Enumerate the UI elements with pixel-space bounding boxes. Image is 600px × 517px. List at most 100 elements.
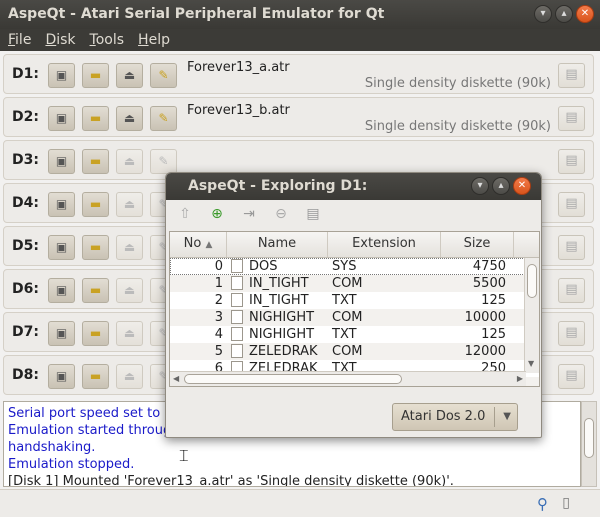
disk-description: Single density diskette (90k)	[364, 119, 551, 134]
mount-folder-button[interactable]: ▬	[82, 106, 109, 131]
mount-folder-button[interactable]: ▬	[82, 149, 109, 174]
scroll-down-arrow[interactable]: ▼	[528, 359, 534, 368]
eject-button[interactable]: ⏏	[116, 321, 143, 346]
save-disk-button[interactable]: ▤	[558, 364, 585, 389]
eject-button[interactable]: ⏏	[116, 63, 143, 88]
add-file-icon[interactable]: ⊕	[208, 206, 226, 222]
col-ext-header[interactable]: Extension	[328, 232, 441, 257]
table-row[interactable]: 1 IN_TIGHT COM 5500	[170, 275, 539, 292]
table-row[interactable]: 2 IN_TIGHT TXT 125	[170, 292, 539, 309]
scroll-thumb[interactable]	[584, 418, 594, 458]
log-line: Emulation stopped.	[8, 457, 135, 472]
mount-disk-button[interactable]: ▣	[48, 321, 75, 346]
log-line: [Disk 1] Mounted 'Forever13_a.atr' as 'S…	[8, 474, 454, 487]
mount-disk-button[interactable]: ▣	[48, 106, 75, 131]
log-line: handshaking.	[8, 440, 96, 455]
file-icon	[231, 327, 243, 341]
edit-disk-button[interactable]: ✎	[150, 149, 177, 174]
col-no-header[interactable]: No ▲	[170, 232, 227, 257]
cell-name: ZELEDRAK	[227, 343, 328, 360]
text-view-icon[interactable]: ▤	[304, 206, 322, 222]
edit-disk-button[interactable]: ✎	[150, 106, 177, 131]
eject-button[interactable]: ⏏	[116, 235, 143, 260]
mount-folder-button[interactable]: ▬	[82, 321, 109, 346]
cell-ext: COM	[332, 344, 363, 359]
table-vscrollbar[interactable]: ▼	[524, 258, 539, 373]
scroll-left-arrow[interactable]: ◀	[173, 374, 179, 383]
cell-ext: TXT	[332, 293, 357, 308]
mount-folder-button[interactable]: ▬	[82, 235, 109, 260]
mount-disk-button[interactable]: ▣	[48, 192, 75, 217]
cell-size: 10000	[464, 310, 506, 325]
cell-no: 0	[214, 259, 223, 274]
mount-disk-button[interactable]: ▣	[48, 63, 75, 88]
eject-button[interactable]: ⏏	[116, 106, 143, 131]
mount-disk-button[interactable]: ▣	[48, 278, 75, 303]
file-name: NIGHIGHT	[249, 327, 315, 342]
table-row[interactable]: 0 DOS SYS 4750	[170, 258, 539, 275]
cell-size: 4750	[472, 259, 506, 274]
table-row[interactable]: 5 ZELEDRAK COM 12000	[170, 343, 539, 360]
mount-disk-button[interactable]: ▣	[48, 149, 75, 174]
up-folder-icon[interactable]: ⇧	[176, 206, 194, 222]
scroll-thumb[interactable]	[527, 264, 537, 298]
mount-folder-button[interactable]: ▬	[82, 63, 109, 88]
file-icon	[231, 276, 243, 290]
connection-icon[interactable]: ⚲	[537, 495, 548, 513]
explorer-close-button[interactable]: ✕	[513, 177, 531, 195]
main-window-titlebar: AspeQt - Atari Serial Peripheral Emulato…	[0, 0, 600, 29]
explorer-minimize-button[interactable]: ▾	[471, 177, 489, 195]
menu-bar: File Disk Tools Help	[0, 29, 600, 51]
mouse-cursor-icon: ⌶	[179, 446, 189, 465]
save-disk-button[interactable]: ▤	[558, 278, 585, 303]
save-disk-button[interactable]: ▤	[558, 63, 585, 88]
mount-folder-button[interactable]: ▬	[82, 364, 109, 389]
menu-help[interactable]: Help	[138, 29, 170, 51]
extract-icon[interactable]: ⇥	[240, 206, 258, 222]
eject-button[interactable]: ⏏	[116, 364, 143, 389]
table-row[interactable]: 3 NIGHIGHT COM 10000	[170, 309, 539, 326]
menu-tools[interactable]: Tools	[90, 29, 125, 51]
save-disk-button[interactable]: ▤	[558, 235, 585, 260]
scroll-right-arrow[interactable]: ▶	[517, 374, 523, 383]
mount-disk-button[interactable]: ▣	[48, 364, 75, 389]
maximize-button[interactable]: ▴	[555, 5, 573, 23]
scroll-thumb[interactable]	[184, 374, 402, 384]
close-button[interactable]: ✕	[576, 5, 594, 23]
disk-filename: Forever13_a.atr	[187, 60, 290, 75]
save-disk-button[interactable]: ▤	[558, 106, 585, 131]
menu-file[interactable]: File	[8, 29, 31, 51]
delete-icon[interactable]: ⊖	[272, 206, 290, 222]
dos-select[interactable]: Atari Dos 2.0 ▼	[392, 403, 518, 431]
slot-label: D2:	[12, 109, 39, 125]
save-disk-button[interactable]: ▤	[558, 192, 585, 217]
mount-disk-button[interactable]: ▣	[48, 235, 75, 260]
cell-size: 125	[481, 327, 506, 342]
cell-size: 125	[481, 293, 506, 308]
minimize-button[interactable]: ▾	[534, 5, 552, 23]
eject-button[interactable]: ⏏	[116, 278, 143, 303]
eject-button[interactable]: ⏏	[116, 149, 143, 174]
col-size-header[interactable]: Size	[441, 232, 514, 257]
slot-label: D3:	[12, 152, 39, 168]
mount-folder-button[interactable]: ▬	[82, 192, 109, 217]
log-scrollbar[interactable]	[581, 401, 597, 487]
table-row[interactable]: 4 NIGHIGHT TXT 125	[170, 326, 539, 343]
explorer-maximize-button[interactable]: ▴	[492, 177, 510, 195]
save-disk-button[interactable]: ▤	[558, 321, 585, 346]
save-disk-button[interactable]: ▤	[558, 149, 585, 174]
cell-name: NIGHIGHT	[227, 309, 328, 326]
cell-name: IN_TIGHT	[227, 275, 328, 292]
file-icon	[231, 259, 243, 273]
cell-no: 5	[214, 344, 223, 359]
eject-button[interactable]: ⏏	[116, 192, 143, 217]
col-name-header[interactable]: Name	[227, 232, 328, 257]
log-file-icon[interactable]: ▯	[562, 495, 570, 511]
file-name: IN_TIGHT	[249, 293, 309, 308]
menu-disk[interactable]: Disk	[45, 29, 75, 51]
slot-label: D6:	[12, 281, 39, 297]
file-icon	[231, 344, 243, 358]
table-hscrollbar[interactable]: ◀ ▶	[170, 371, 526, 386]
edit-disk-button[interactable]: ✎	[150, 63, 177, 88]
mount-folder-button[interactable]: ▬	[82, 278, 109, 303]
